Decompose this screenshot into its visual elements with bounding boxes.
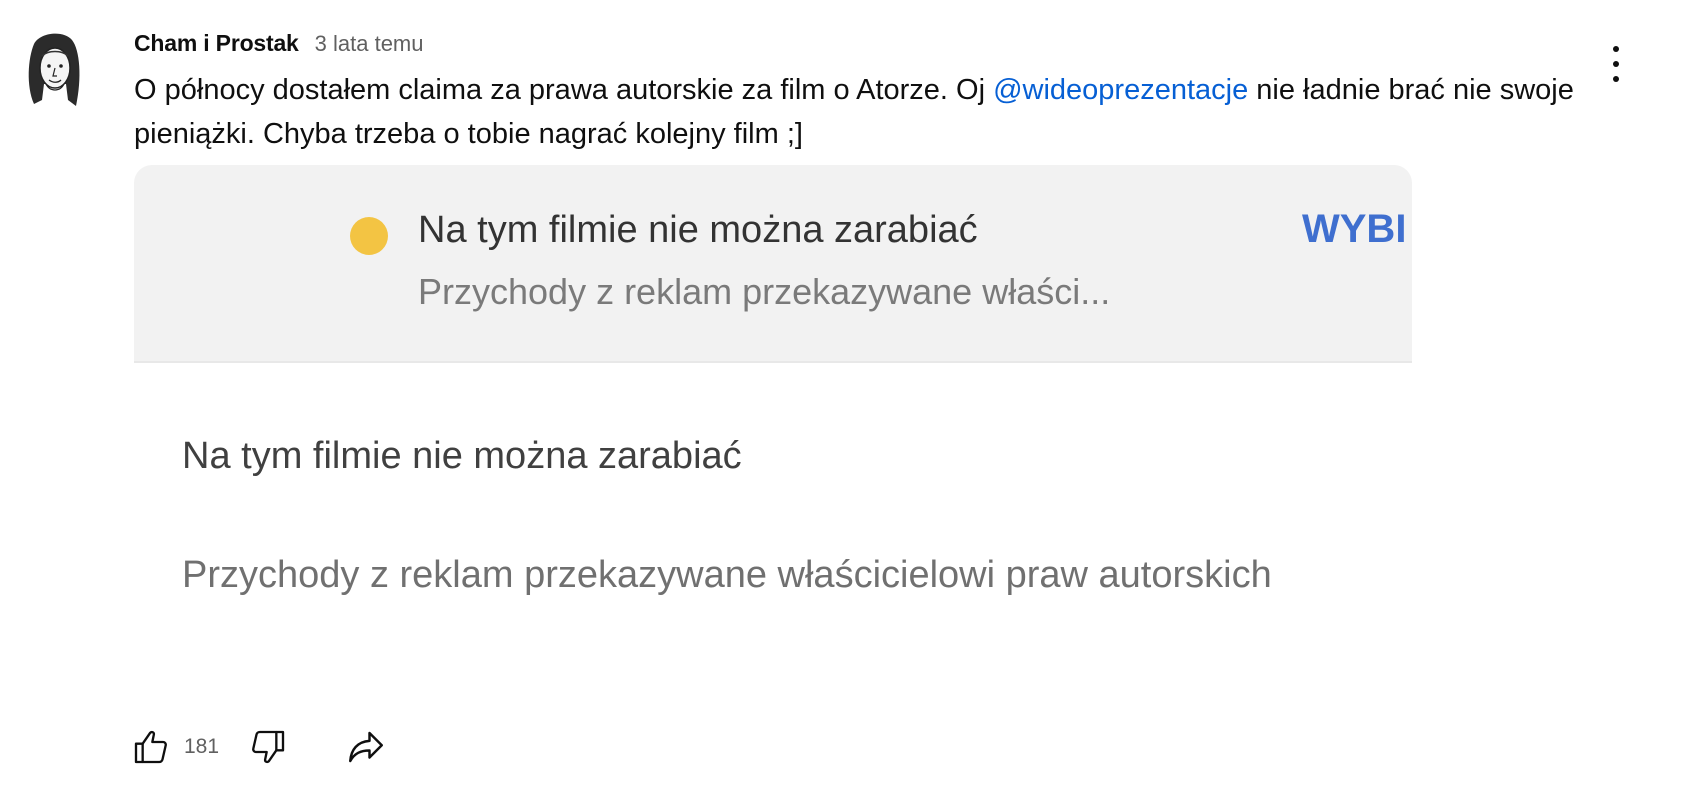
banner-action: WYBI: [1302, 207, 1407, 251]
status-dot-icon: [350, 217, 388, 255]
detail-title: Na tym filmie nie można zarabiać: [182, 435, 742, 477]
like-count: 181: [184, 735, 220, 758]
more-vert-icon[interactable]: [1604, 46, 1628, 88]
share-icon[interactable]: [345, 726, 387, 768]
monetization-banner: Na tym filmie nie można zarabiać Przycho…: [134, 165, 1412, 363]
banner-title: Na tym filmie nie można zarabiać: [418, 209, 978, 251]
attached-screenshot: Na tym filmie nie można zarabiać Przycho…: [134, 165, 1412, 695]
comment-header: Cham i Prostak 3 lata temu: [134, 30, 424, 57]
comment-author[interactable]: Cham i Prostak: [134, 30, 299, 57]
detail-subtitle: Przychody z reklam przekazywane właścici…: [182, 554, 1272, 596]
comment-timestamp[interactable]: 3 lata temu: [315, 31, 424, 57]
avatar[interactable]: [20, 26, 90, 110]
comment-text: O północy dostałem claima za prawa autor…: [134, 68, 1604, 156]
mention-link[interactable]: @wideoprezentacje: [993, 74, 1248, 106]
comment-actions: 181: [130, 724, 387, 770]
banner-subtitle: Przychody z reklam przekazywane właści..…: [418, 271, 1111, 312]
thumb-down-icon[interactable]: [247, 726, 289, 768]
thumb-up-icon[interactable]: [130, 726, 172, 768]
comment-text-before: O północy dostałem claima za prawa autor…: [134, 74, 994, 106]
